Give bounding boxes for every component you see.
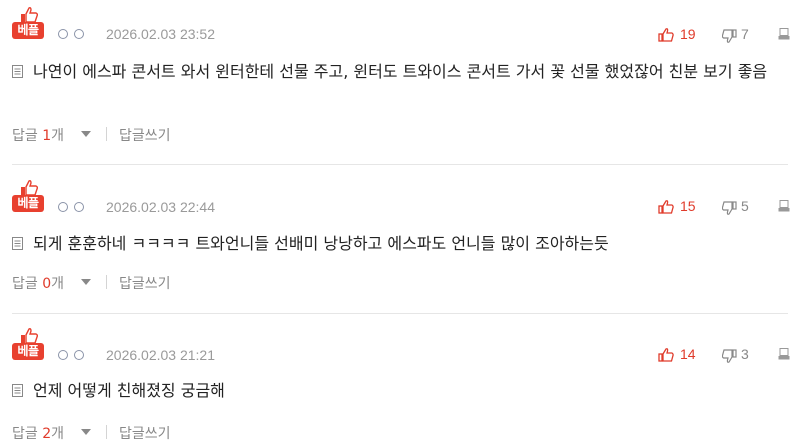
reply-toggle[interactable]: 답글 0개: [12, 273, 102, 292]
chevron-down-icon: [81, 279, 91, 285]
thumbs-up-icon: [21, 180, 38, 196]
user-level-icon: [58, 349, 88, 363]
thumbs-up-icon: [21, 7, 38, 23]
divider: [12, 313, 788, 314]
thumbs-up-icon: [21, 328, 38, 344]
dislike-count: 5: [741, 198, 749, 214]
like-count: 15: [680, 198, 696, 214]
thumbs-down-icon: [722, 201, 737, 215]
comment-date: 2026.02.03 23:52: [106, 26, 215, 42]
report-icon[interactable]: [778, 348, 790, 360]
report-icon[interactable]: [778, 28, 790, 40]
best-label: 베플: [12, 195, 44, 212]
reply-count: 0: [42, 276, 52, 292]
comment-text: 되게 훈훈하네 ㅋㅋㅋㅋ 트와언니들 선배미 낭낭하고 에스파도 언니들 많이 …: [33, 234, 609, 253]
comment-text: 나연이 에스파 콘서트 와서 윈터한테 선물 주고, 윈터도 트와이스 콘서트 …: [33, 62, 768, 81]
user-level-icon: [58, 201, 88, 215]
like-count: 19: [680, 26, 696, 42]
thumbs-down-icon: [722, 349, 737, 363]
reply-count: 1: [42, 128, 52, 144]
best-label: 베플: [12, 343, 44, 360]
write-reply-button[interactable]: 답글쓰기: [119, 273, 171, 293]
best-label: 베플: [12, 22, 44, 39]
chevron-down-icon: [81, 429, 91, 435]
thumbs-up-icon: [658, 28, 674, 42]
comment-text: 언제 어떻게 친해졌징 궁금해: [33, 381, 225, 400]
thumbs-down-icon: [722, 29, 737, 43]
document-icon: [12, 237, 23, 250]
dislike-count: 7: [741, 26, 749, 42]
divider: [106, 127, 107, 141]
chevron-down-icon: [81, 131, 91, 137]
divider: [106, 275, 107, 289]
write-reply-button[interactable]: 답글쓰기: [119, 125, 171, 145]
thumbs-up-icon: [658, 200, 674, 214]
divider: [12, 164, 788, 165]
like-count: 14: [680, 346, 696, 362]
divider: [106, 425, 107, 439]
comment-date: 2026.02.03 22:44: [106, 199, 215, 215]
document-icon: [12, 384, 23, 397]
thumbs-up-icon: [658, 348, 674, 362]
document-icon: [12, 65, 23, 78]
user-level-icon: [58, 28, 88, 42]
reply-toggle[interactable]: 답글 2개: [12, 423, 102, 442]
best-comment-badge: 베플: [12, 180, 44, 214]
reply-toggle[interactable]: 답글 1개: [12, 125, 102, 144]
best-comment-badge: 베플: [12, 7, 44, 41]
best-comment-badge: 베플: [12, 328, 44, 362]
report-icon[interactable]: [778, 200, 790, 212]
write-reply-button[interactable]: 답글쓰기: [119, 423, 171, 443]
comment-date: 2026.02.03 21:21: [106, 347, 215, 363]
dislike-count: 3: [741, 346, 749, 362]
reply-count: 2: [42, 426, 52, 442]
